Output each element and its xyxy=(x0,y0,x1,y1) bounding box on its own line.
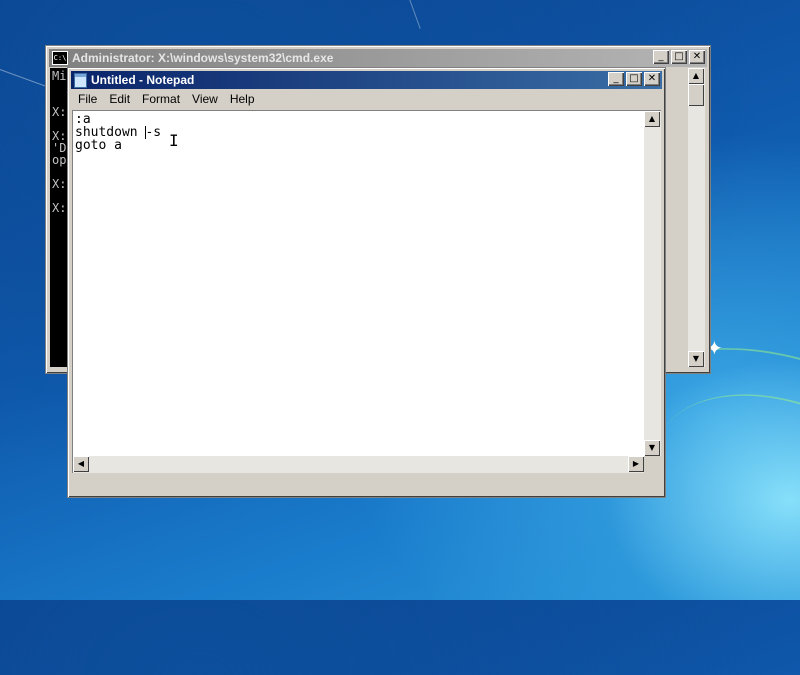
notepad-window[interactable]: Untitled - Notepad _ □ ✕ File Edit Forma… xyxy=(67,67,666,498)
cmd-minimize-button[interactable]: _ xyxy=(653,50,669,64)
cmd-maximize-button[interactable]: □ xyxy=(671,50,687,64)
notepad-vertical-scrollbar[interactable]: ▲ ▼ xyxy=(644,111,661,473)
cmd-titlebar[interactable]: C:\ Administrator: X:\windows\system32\c… xyxy=(49,49,707,67)
cmd-icon: C:\ xyxy=(52,51,68,65)
wallpaper-line xyxy=(399,0,421,29)
menu-view[interactable]: View xyxy=(186,92,224,106)
menu-help[interactable]: Help xyxy=(224,92,261,106)
notepad-maximize-button[interactable]: □ xyxy=(626,72,642,86)
notepad-close-button[interactable]: ✕ xyxy=(644,72,660,86)
menu-edit[interactable]: Edit xyxy=(103,92,136,106)
scroll-thumb[interactable] xyxy=(688,84,704,106)
cmd-close-button[interactable]: ✕ xyxy=(689,50,705,64)
scroll-up-button[interactable]: ▲ xyxy=(644,111,660,127)
notepad-minimize-button[interactable]: _ xyxy=(608,72,624,86)
editor-line: goto a xyxy=(75,138,122,153)
scroll-down-button[interactable]: ▼ xyxy=(688,351,704,367)
cmd-line: X: xyxy=(52,177,67,191)
cmd-line: Mi xyxy=(52,69,67,83)
menu-file[interactable]: File xyxy=(72,92,103,106)
notepad-title: Untitled - Notepad xyxy=(91,73,195,87)
cmd-vertical-scrollbar[interactable]: ▲ ▼ xyxy=(688,68,705,367)
text-caret xyxy=(145,126,146,139)
scroll-right-button[interactable]: ▶ xyxy=(628,456,644,472)
cmd-line: X: xyxy=(52,105,67,119)
notepad-titlebar[interactable]: Untitled - Notepad _ □ ✕ xyxy=(71,71,662,89)
cmd-title: Administrator: X:\windows\system32\cmd.e… xyxy=(72,51,334,65)
notepad-icon xyxy=(74,72,87,88)
scroll-left-button[interactable]: ◀ xyxy=(73,456,89,472)
notepad-text-area[interactable]: :a shutdown -s goto a I ▲ ▼ ◀ ▶ xyxy=(72,110,661,473)
notepad-horizontal-scrollbar[interactable]: ◀ ▶ xyxy=(73,456,644,473)
notepad-menubar: File Edit Format View Help xyxy=(72,90,661,108)
scroll-up-button[interactable]: ▲ xyxy=(688,68,704,84)
cmd-line: op xyxy=(52,153,67,167)
cmd-line: X: xyxy=(52,201,67,215)
scrollbar-corner xyxy=(644,456,661,473)
menu-format[interactable]: Format xyxy=(136,92,186,106)
scroll-down-button[interactable]: ▼ xyxy=(644,440,660,456)
ibeam-cursor-icon: I xyxy=(169,131,179,150)
